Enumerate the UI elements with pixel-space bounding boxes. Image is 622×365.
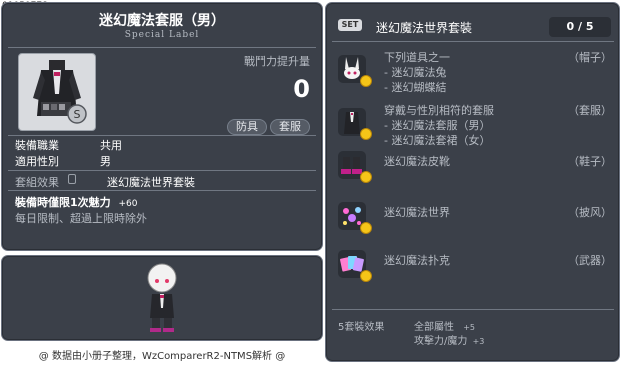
item-image-frame: S	[18, 53, 96, 131]
credit-text: @ 数据由小册子整理，WzComparerR2-NTMS解析 @	[38, 351, 286, 362]
hat-coin-icon	[360, 75, 372, 87]
tag-suit: 套服	[270, 119, 310, 135]
power-value: 0	[293, 75, 310, 103]
limit-text: 裝備時僅限1次魅力 +60	[15, 194, 138, 210]
set-effect-2-value: +3	[472, 337, 485, 346]
suit-line2: - 迷幻魔法套服（男）	[384, 119, 491, 132]
item-subtitle: Special Label	[124, 30, 200, 40]
weapon-slot-label: （武器）	[568, 254, 612, 267]
shoes-line1: 迷幻魔法皮靴	[384, 155, 450, 168]
lock-icon	[68, 174, 76, 184]
set-count: 0 / 5	[549, 17, 611, 37]
job-label: 裝備職業	[15, 139, 59, 152]
item-title: 迷幻魔法套服（男）	[99, 13, 225, 29]
set-header-divider	[332, 41, 614, 42]
image-divider	[8, 135, 316, 136]
set-effect-count-label: 5套裝效果	[338, 322, 385, 333]
suit-icon: S	[33, 60, 87, 124]
hat-line2: - 迷幻魔法兔	[384, 66, 447, 79]
hat-line3: - 迷幻蝴蝶結	[384, 81, 447, 94]
character-preview-panel	[1, 255, 323, 341]
weapon-line1: 迷幻魔法扑克	[384, 254, 450, 267]
set-item-suit[interactable]: 穿戴与性別相符的套服 - 迷幻魔法套服（男） - 迷幻魔法套裙（女） （套服）	[326, 98, 618, 152]
limit-text-label: 裝備時僅限1次魅力	[15, 196, 111, 209]
weapon-coin-icon	[360, 270, 372, 282]
set-item-cape[interactable]: 迷幻魔法世界 （披风）	[326, 200, 618, 240]
item-tooltip-panel: 迷幻魔法套服（男） Special Label S 戰鬥力提升量 0 防具 套服…	[1, 2, 323, 251]
suit-line3: - 迷幻魔法套裙（女）	[384, 134, 491, 147]
set-effect-2: 攻擊力/魔力 +3	[414, 332, 484, 347]
set-effect-value[interactable]: 迷幻魔法世界套裝	[107, 174, 195, 190]
character-avatar-icon	[147, 263, 177, 332]
power-label: 戰鬥力提升量	[244, 55, 310, 68]
suit-slot-label: （套服）	[568, 104, 612, 117]
shoes-slot-label: （鞋子）	[568, 155, 612, 168]
limit-note: 每日限制、超過上限時除外	[15, 212, 147, 225]
shoes-coin-icon	[360, 171, 372, 183]
set-effect-divider	[332, 309, 614, 310]
cape-line1: 迷幻魔法世界	[384, 206, 450, 219]
set-item-weapon[interactable]: 迷幻魔法扑克 （武器）	[326, 248, 618, 288]
tag-armor: 防具	[227, 119, 267, 135]
job-value: 共用	[100, 139, 122, 152]
set-badge: SET	[338, 19, 362, 31]
set-item-hat[interactable]: 下列道具之一 - 迷幻魔法兔 - 迷幻蝴蝶結 （帽子）	[326, 45, 618, 99]
set-panel: SET 迷幻魔法世界套裝 0 / 5 下列道具之一 - 迷幻魔法兔 - 迷幻蝴蝶…	[325, 2, 620, 362]
limit-text-value: +60	[118, 199, 138, 209]
title-divider	[8, 47, 316, 48]
set-effect-label: 套組效果	[15, 176, 59, 189]
hat-line1: 下列道具之一	[384, 51, 450, 64]
cape-slot-label: （披风）	[568, 206, 612, 219]
set-effect-2-name: 攻擊力/魔力	[414, 336, 468, 347]
set-item-shoes[interactable]: 迷幻魔法皮靴 （鞋子）	[326, 149, 618, 189]
gender-value: 男	[100, 155, 111, 168]
set-title: 迷幻魔法世界套裝	[376, 21, 473, 35]
gender-label: 適用性別	[15, 155, 59, 168]
set-divider	[8, 190, 316, 191]
stats-divider	[8, 170, 316, 171]
suit-line1: 穿戴与性別相符的套服	[384, 104, 494, 117]
set-effect-1: 全部屬性 +5	[414, 318, 475, 333]
set-effect-1-value: +5	[463, 323, 475, 332]
cape-coin-icon	[360, 222, 372, 234]
suit-coin-icon	[360, 128, 372, 140]
hat-slot-label: （帽子）	[568, 51, 612, 64]
svg-text:S: S	[74, 108, 81, 121]
